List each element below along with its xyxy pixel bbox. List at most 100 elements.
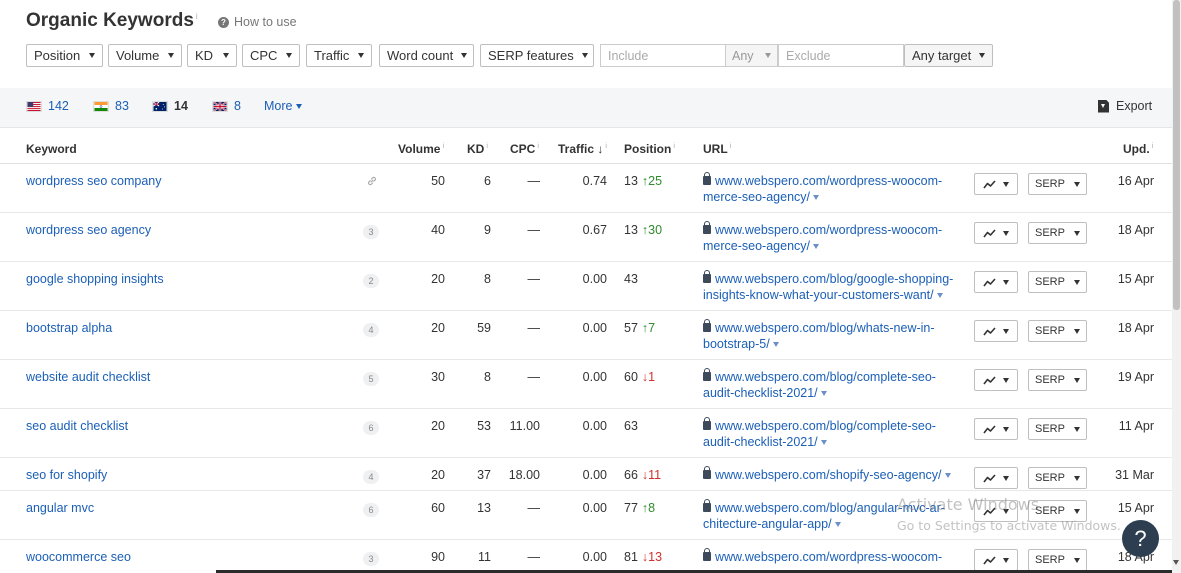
traffic-filter-button[interactable]: Traffic (306, 44, 372, 67)
keyword-link[interactable]: wordpress seo agency (26, 223, 151, 237)
trend-icon (983, 179, 996, 188)
include-input[interactable]: Include (600, 44, 726, 67)
keyword-column-header[interactable]: Keyword (26, 142, 77, 156)
position-filter-button[interactable]: Position (26, 44, 103, 67)
kd-column-header[interactable]: KD i (467, 142, 488, 156)
position-cell: 81 ↓13 (624, 550, 662, 564)
traffic-value: 0.00 (582, 550, 607, 564)
exclude-input[interactable]: Exclude (778, 44, 904, 67)
cpc-filter-button[interactable]: CPC (242, 44, 300, 67)
volume-column-header[interactable]: Volume i (398, 142, 444, 156)
serp-features-count-badge[interactable]: 4 (363, 470, 379, 484)
keyword-link[interactable]: website audit checklist (26, 370, 150, 384)
export-icon (1098, 99, 1109, 113)
cpc-column-header[interactable]: CPC i (510, 142, 539, 156)
volume-filter-button[interactable]: Volume (108, 44, 182, 67)
info-icon: i (537, 143, 539, 150)
keyword-link[interactable]: google shopping insights (26, 272, 164, 286)
trend-chart-button[interactable] (974, 369, 1018, 391)
trend-chart-button[interactable] (974, 173, 1018, 195)
trend-chart-button[interactable] (974, 271, 1018, 293)
lock-icon (703, 499, 711, 512)
url-link[interactable]: www.webspero.com/wordpress-woocom-merce-… (703, 172, 965, 205)
url-link[interactable]: www.webspero.com/blog/complete-seo-audit… (703, 368, 965, 401)
chevron-down-icon (1074, 279, 1080, 285)
serp-features-filter-button[interactable]: SERP features (480, 44, 594, 67)
serp-features-count-badge[interactable]: 3 (363, 225, 379, 239)
position-change: ↓11 (641, 468, 662, 482)
chevron-down-icon[interactable] (936, 293, 943, 299)
country-in[interactable]: 83 (93, 99, 129, 113)
position-cell: 43 (624, 272, 638, 286)
trend-chart-button[interactable] (974, 320, 1018, 342)
position-column-header[interactable]: Position i (624, 142, 675, 156)
chevron-down-icon[interactable] (820, 391, 827, 397)
export-button[interactable]: Export (1098, 99, 1152, 113)
updated-column-header[interactable]: Upd. i (1123, 142, 1153, 156)
info-icon: i (605, 143, 607, 150)
trend-chart-button[interactable] (974, 222, 1018, 244)
title-info-icon[interactable]: i (196, 12, 198, 21)
page-title-text: Organic Keywords (26, 10, 194, 31)
keyword-link[interactable]: angular mvc (26, 501, 94, 515)
keyword-link[interactable]: wordpress seo company (26, 174, 161, 188)
position-value: 60 (624, 370, 638, 384)
url-link[interactable]: www.webspero.com/blog/google-shopping-in… (703, 270, 965, 303)
chevron-down-icon[interactable] (944, 473, 951, 479)
lock-icon (703, 466, 711, 479)
country-au[interactable]: 14 (152, 99, 188, 113)
url-link[interactable]: www.webspero.com/blog/complete-seo-audit… (703, 417, 965, 450)
serp-button[interactable]: SERP (1028, 369, 1087, 391)
link-icon[interactable] (366, 175, 378, 187)
url-link[interactable]: www.webspero.com/shopify-seo-agency/ (703, 466, 965, 483)
chevron-down-icon[interactable] (820, 440, 827, 446)
country-us[interactable]: 142 (26, 99, 69, 113)
keyword-link[interactable]: seo audit checklist (26, 419, 128, 433)
url-link[interactable]: www.webspero.com/wordpress-woocom- (703, 548, 965, 565)
url-link[interactable]: www.webspero.com/wordpress-woocom-merce-… (703, 221, 965, 254)
url-link[interactable]: www.webspero.com/blog/whats-new-in-boots… (703, 319, 965, 352)
scrollbar[interactable] (1172, 0, 1181, 573)
url-text: www.webspero.com/wordpress-woocom- (715, 550, 943, 564)
url-column-header[interactable]: URL i (703, 142, 731, 156)
position-value: 81 (624, 550, 638, 564)
serp-button[interactable]: SERP (1028, 418, 1087, 440)
serp-button[interactable]: SERP (1028, 173, 1087, 195)
position-cell: 66 ↓11 (624, 468, 661, 482)
country-gb[interactable]: 8 (212, 99, 241, 113)
keyword-link[interactable]: seo for shopify (26, 468, 107, 482)
how-to-use-link[interactable]: ? How to use (218, 15, 297, 29)
chevron-down-icon[interactable] (834, 522, 841, 528)
help-chat-button[interactable]: ? (1122, 520, 1159, 557)
serp-features-count-badge[interactable]: 3 (363, 552, 379, 566)
serp-features-count-badge[interactable]: 5 (363, 372, 379, 386)
scrollbar-thumb[interactable] (1173, 0, 1180, 310)
serp-button[interactable]: SERP (1028, 222, 1087, 244)
chevron-down-icon[interactable] (813, 195, 819, 201)
traffic-column-header[interactable]: Traffic ↓ i (558, 142, 607, 156)
trend-chart-button[interactable] (974, 418, 1018, 440)
include-mode-select[interactable]: Any (725, 44, 778, 67)
serp-features-count-badge[interactable]: 6 (363, 421, 379, 435)
chevron-down-icon (979, 53, 986, 58)
serp-features-count-badge[interactable]: 4 (363, 323, 379, 337)
serp-button[interactable]: SERP (1028, 549, 1087, 571)
serp-button[interactable]: SERP (1028, 467, 1087, 489)
target-select[interactable]: Any target (904, 44, 993, 67)
keyword-link[interactable]: bootstrap alpha (26, 321, 112, 335)
kd-filter-button[interactable]: KD (187, 44, 237, 67)
serp-features-count-badge[interactable]: 2 (363, 274, 379, 288)
trend-chart-button[interactable] (974, 467, 1018, 489)
word-count-filter-button[interactable]: Word count (379, 44, 474, 67)
chevron-down-icon[interactable] (813, 244, 819, 250)
serp-features-count-badge[interactable]: 6 (363, 503, 379, 517)
more-countries-button[interactable]: More (264, 99, 303, 113)
scroll-down-icon[interactable] (1173, 560, 1179, 565)
trend-chart-button[interactable] (974, 549, 1018, 571)
volume-header-label: Volume (398, 142, 441, 156)
serp-button[interactable]: SERP (1028, 320, 1087, 342)
chevron-down-icon[interactable] (772, 342, 779, 348)
serp-button[interactable]: SERP (1028, 271, 1087, 293)
updated-date: 18 Apr (1117, 321, 1154, 335)
keyword-link[interactable]: woocommerce seo (26, 550, 131, 564)
